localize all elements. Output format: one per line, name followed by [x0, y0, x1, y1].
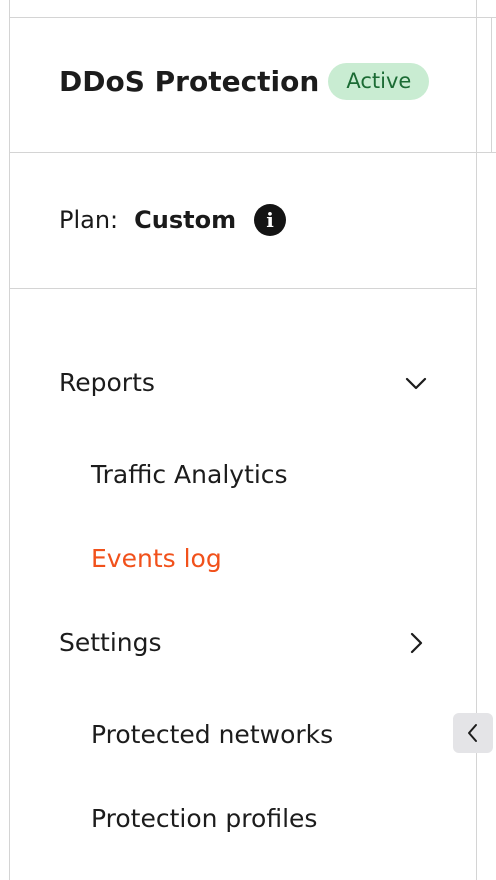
- chevron-down-icon: [403, 370, 429, 396]
- plan-label: Plan:: [59, 206, 119, 234]
- plan-section: Plan: Custom i: [10, 153, 476, 289]
- info-icon[interactable]: i: [254, 204, 287, 236]
- sidebar-header: DDoS Protection Active: [10, 17, 476, 153]
- nav-group-reports[interactable]: Reports: [59, 368, 429, 397]
- plan-row: Plan: Custom i: [59, 204, 287, 236]
- sidebar-top-section: [10, 0, 476, 18]
- right-panel-divider: [491, 17, 492, 153]
- nav-item-traffic-analytics[interactable]: Traffic Analytics: [91, 460, 288, 489]
- status-badge: Active: [328, 63, 430, 100]
- page: DDoS Protection Active Plan: Custom i Re…: [0, 0, 496, 880]
- plan-value: Custom: [134, 206, 237, 234]
- collapse-sidebar-button[interactable]: [453, 713, 493, 753]
- nav-item-events-log[interactable]: Events log: [91, 544, 222, 573]
- nav-group-settings[interactable]: Settings: [59, 628, 429, 657]
- page-title: DDoS Protection: [59, 65, 320, 98]
- nav-item-protected-networks[interactable]: Protected networks: [91, 720, 333, 749]
- sidebar: DDoS Protection Active Plan: Custom i Re…: [9, 0, 477, 880]
- nav-group-label: Settings: [59, 628, 162, 657]
- chevron-left-icon: [463, 722, 483, 744]
- right-panel-top: [477, 0, 496, 18]
- chevron-right-icon: [403, 630, 429, 656]
- title-row: DDoS Protection Active: [59, 63, 430, 100]
- nav-item-protection-profiles[interactable]: Protection profiles: [91, 804, 317, 833]
- nav-group-label: Reports: [59, 368, 155, 397]
- right-panel-header: [477, 17, 496, 153]
